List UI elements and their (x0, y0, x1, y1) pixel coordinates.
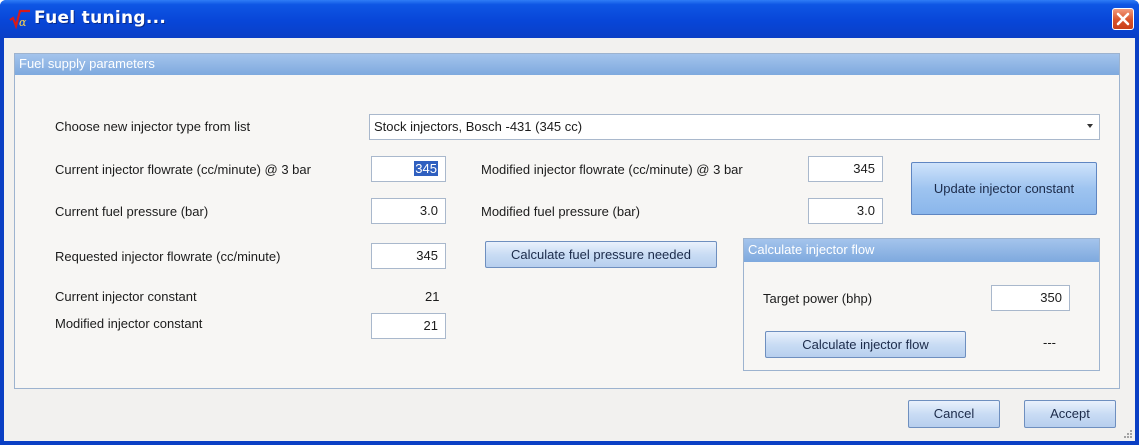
fuel-tuning-dialog: α Fuel tuning... Fuel supply parameters … (0, 0, 1139, 445)
calculate-injector-flow-group: Calculate injector flow Target power (bh… (743, 238, 1100, 371)
current-pressure-input[interactable]: 3.0 (371, 198, 446, 224)
calculate-injector-flow-button[interactable]: Calculate injector flow (765, 331, 966, 358)
modified-flow-input[interactable]: 345 (808, 156, 883, 182)
window-title: Fuel tuning... (34, 8, 167, 28)
injector-type-value: Stock injectors, Bosch -431 (345 cc) (374, 119, 583, 134)
modified-pressure-input[interactable]: 3.0 (808, 198, 883, 224)
update-injector-constant-button[interactable]: Update injector constant (911, 162, 1097, 215)
sqrt-alpha-app-icon: α (9, 9, 31, 30)
requested-flow-label: Requested injector flowrate (cc/minute) (55, 249, 281, 264)
close-icon (1116, 12, 1130, 26)
group-header: Calculate injector flow (744, 239, 1099, 262)
svg-text:α: α (19, 16, 27, 29)
resize-grip-icon[interactable] (1123, 429, 1133, 439)
current-flow-value: 345 (414, 161, 438, 176)
modified-constant-input[interactable]: 21 (371, 313, 446, 339)
current-flow-label: Current injector flowrate (cc/minute) @ … (55, 162, 311, 177)
current-flow-input[interactable]: 345 (371, 156, 446, 182)
group-header: Fuel supply parameters (15, 54, 1119, 75)
dialog-body: Fuel supply parameters Choose new inject… (4, 38, 1135, 441)
close-button[interactable] (1112, 8, 1134, 30)
cancel-button[interactable]: Cancel (908, 400, 1000, 428)
modified-constant-label: Modified injector constant (55, 316, 203, 331)
target-power-label: Target power (bhp) (763, 291, 873, 306)
injector-flow-result: --- (1043, 335, 1056, 350)
accept-button[interactable]: Accept (1024, 400, 1116, 428)
current-constant-value: 21 (425, 289, 440, 304)
injector-type-dropdown[interactable]: Stock injectors, Bosch -431 (345 cc) (369, 114, 1100, 140)
current-pressure-label: Current fuel pressure (bar) (55, 204, 209, 219)
injector-type-label: Choose new injector type from list (55, 119, 251, 134)
calculate-fuel-pressure-button[interactable]: Calculate fuel pressure needed (485, 241, 717, 268)
modified-flow-label: Modified injector flowrate (cc/minute) @… (481, 162, 743, 177)
current-constant-label: Current injector constant (55, 289, 197, 304)
modified-pressure-label: Modified fuel pressure (bar) (481, 204, 640, 219)
requested-flow-input[interactable]: 345 (371, 243, 446, 269)
fuel-supply-group: Fuel supply parameters Choose new inject… (14, 53, 1120, 389)
target-power-input[interactable]: 350 (991, 285, 1070, 311)
chevron-down-icon[interactable] (1087, 124, 1093, 128)
title-bar[interactable]: α Fuel tuning... (0, 0, 1139, 38)
